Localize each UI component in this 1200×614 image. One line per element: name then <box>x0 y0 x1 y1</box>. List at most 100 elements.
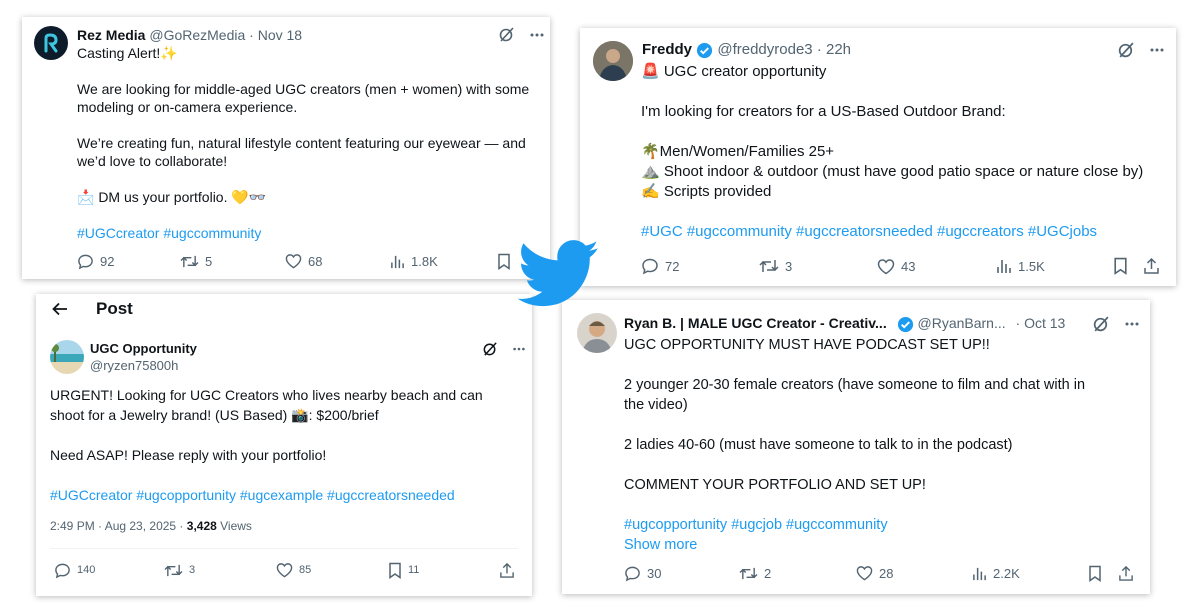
author-handle[interactable]: @RyanBarn... <box>918 315 1006 331</box>
repost-count: 5 <box>205 253 213 269</box>
tweet-card-ryan-b[interactable]: Ryan B. | MALE UGC Creator - Creativ... … <box>562 300 1150 594</box>
avatar[interactable] <box>34 26 68 60</box>
author-name[interactable]: Freddy <box>642 41 692 58</box>
bookmark-count: 11 <box>408 564 420 576</box>
reply-icon <box>55 563 70 578</box>
grok-icon[interactable] <box>1117 41 1135 59</box>
repost-button[interactable]: 5 <box>180 253 212 270</box>
like-button[interactable]: 28 <box>856 565 893 581</box>
like-count: 68 <box>308 253 323 269</box>
views-button[interactable]: 1.5K <box>996 258 1045 274</box>
repost-button[interactable]: 3 <box>759 257 792 275</box>
more-options-icon[interactable] <box>1149 42 1165 58</box>
reply-button[interactable]: 140 <box>54 562 95 579</box>
tweet-card-freddy[interactable]: Freddy @freddyrode3 · 22h 🚨 UGC creator … <box>580 28 1176 286</box>
grok-icon[interactable] <box>482 341 498 357</box>
heart-icon <box>856 566 873 581</box>
views-button[interactable]: 2.2K <box>972 566 1020 581</box>
hashtags[interactable]: #UGCcreator #ugccommunity <box>77 224 529 242</box>
tweet-line: Casting Alert!✨ <box>77 45 178 61</box>
tweet-detail-card-ugc-opportunity[interactable]: Post UGC Opportunity @ryzen75800h URGENT… <box>36 294 532 596</box>
tweet-card-rez-media[interactable]: Rez Media @GoRezMedia · Nov 18 Casting A… <box>22 17 550 279</box>
avatar[interactable] <box>577 313 617 353</box>
bookmark-button[interactable] <box>1088 565 1102 582</box>
post-date[interactable]: Oct 13 <box>1024 315 1065 331</box>
more-options-icon[interactable] <box>512 342 526 356</box>
repost-button[interactable]: 2 <box>739 565 771 582</box>
share-button[interactable] <box>1143 257 1160 275</box>
action-bar: 72 3 43 1.5K <box>641 256 1161 276</box>
post-date[interactable]: Nov 18 <box>258 27 302 43</box>
bookmark-button[interactable] <box>497 253 511 270</box>
reply-count: 72 <box>665 258 680 274</box>
back-arrow-icon[interactable] <box>51 301 69 317</box>
share-button[interactable] <box>1118 565 1134 582</box>
like-button[interactable]: 85 <box>276 562 311 578</box>
show-more-link[interactable]: Show more <box>624 535 1085 555</box>
share-button[interactable] <box>499 562 515 579</box>
tweet-line: 2 ladies 40-60 (must have someone to tal… <box>624 437 1013 453</box>
like-count: 85 <box>299 564 312 576</box>
view-count: 2.2K <box>993 565 1020 581</box>
tweet-line: modeling or on-camera experience. <box>77 99 298 115</box>
repost-count: 3 <box>189 564 196 576</box>
heart-icon <box>285 254 302 269</box>
repost-icon <box>180 255 199 267</box>
tweet-body: UGC OPPORTUNITY MUST HAVE PODCAST SET UP… <box>624 335 1085 555</box>
repost-count: 3 <box>785 258 793 274</box>
like-count: 43 <box>901 258 916 274</box>
author-handle[interactable]: @freddyrode3 <box>717 41 812 58</box>
reply-icon <box>625 566 640 581</box>
post-timestamp[interactable]: 2:49 PM · Aug 23, 2025 · <box>50 519 187 533</box>
views-button[interactable]: 1.8K <box>390 254 438 269</box>
tweet-line: 🌴Men/Women/Families 25+ <box>641 143 835 160</box>
action-bar: 92 5 68 1.8K <box>77 252 537 270</box>
post-meta: 2:49 PM · Aug 23, 2025 · 3,428 Views <box>50 519 252 533</box>
hashtags[interactable]: #UGCcreator #ugcopportunity #ugcexample … <box>50 485 483 505</box>
reply-button[interactable]: 72 <box>641 257 679 275</box>
hashtags[interactable]: #ugcopportunity #ugcjob #ugccommunity <box>624 515 1085 535</box>
grok-icon[interactable] <box>498 26 515 43</box>
author-name[interactable]: Ryan B. | MALE UGC Creator - Creativ... <box>624 315 887 331</box>
tweet-line: 2 younger 20-30 female creators (have so… <box>624 377 1086 393</box>
tweet-line: I'm looking for creators for a US-Based … <box>641 103 1006 120</box>
rez-logo-icon <box>44 33 58 53</box>
author-handle[interactable]: @GoRezMedia <box>149 27 245 43</box>
reply-button[interactable]: 92 <box>77 253 114 270</box>
post-date[interactable]: 22h <box>826 41 851 58</box>
tweet-body: Casting Alert!✨ We are looking for middl… <box>77 44 529 242</box>
views-icon <box>391 255 404 268</box>
author-handle[interactable]: @ryzen75800h <box>90 358 178 373</box>
tweet-line: the video) <box>624 397 688 413</box>
avatar[interactable] <box>50 340 84 374</box>
like-count: 28 <box>879 565 894 581</box>
person-photo-icon <box>593 41 633 81</box>
repost-button[interactable]: 3 <box>164 562 195 579</box>
more-options-icon[interactable] <box>529 27 545 43</box>
hashtags[interactable]: #UGC #ugccommunity #ugccreatorsneeded #u… <box>641 222 1143 242</box>
more-options-icon[interactable] <box>1124 316 1140 332</box>
author-name[interactable]: Rez Media <box>77 27 145 43</box>
grok-icon[interactable] <box>1092 315 1110 333</box>
bookmark-button[interactable]: 11 <box>388 562 419 579</box>
reply-button[interactable]: 30 <box>624 565 661 582</box>
view-count: 1.8K <box>411 253 438 269</box>
tweet-line: We’re creating fun, natural lifestyle co… <box>77 135 526 151</box>
tweet-line: we’d love to collaborate! <box>77 153 228 169</box>
author-name[interactable]: UGC Opportunity <box>90 341 197 356</box>
reply-icon <box>642 258 658 275</box>
repost-icon <box>164 564 183 576</box>
bookmark-button[interactable] <box>1113 257 1128 275</box>
repost-icon <box>759 260 779 272</box>
avatar[interactable] <box>593 41 633 81</box>
like-button[interactable]: 68 <box>285 253 322 269</box>
like-button[interactable]: 43 <box>877 258 915 275</box>
tweet-line: 🚨 UGC creator opportunity <box>641 63 827 80</box>
